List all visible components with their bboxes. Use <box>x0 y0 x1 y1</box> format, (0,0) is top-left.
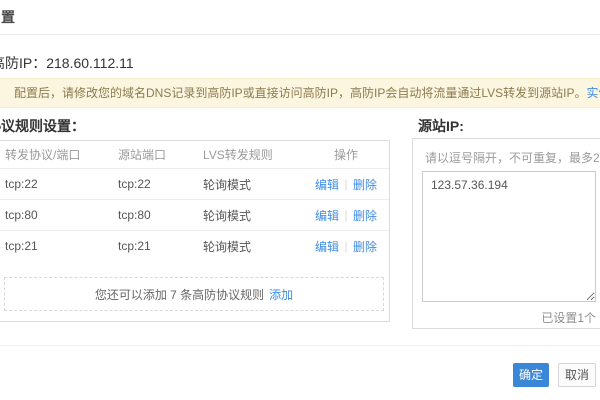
delete-rule-link[interactable]: 删除 <box>353 238 377 255</box>
table-row: tcp:21 tcp:21 轮询模式 编辑 | 删除 <box>0 230 389 261</box>
source-ip-section-label: 源站IP: <box>418 118 464 134</box>
ops-separator: | <box>344 208 348 222</box>
table-header-row: 转发协议/端口 源站端口 LVS转发规则 操作 <box>0 141 389 168</box>
add-rule-box: 您还可以添加 7 条高防协议规则 添加 <box>4 277 384 311</box>
cancel-button[interactable]: 取消 <box>558 363 596 387</box>
cell-forward-protocol: tcp:80 <box>5 208 38 222</box>
footer-divider <box>0 345 600 346</box>
cell-lvs-rule: 轮询模式 <box>203 177 252 192</box>
source-ip-count: 已设置1个 <box>541 311 596 325</box>
example-tutorial-link[interactable]: 实例教程 <box>586 86 600 100</box>
table-row: tcp:80 tcp:80 轮询模式 编辑 | 删除 <box>0 199 389 230</box>
add-rule-hint: 您还可以添加 7 条高防协议规则 <box>94 287 265 302</box>
cell-forward-protocol: tcp:21 <box>5 239 38 253</box>
ops-separator: | <box>344 177 348 191</box>
protocol-rules-table: 转发协议/端口 源站端口 LVS转发规则 操作 tcp:22 tcp:22 轮询… <box>0 140 390 322</box>
cell-lvs-rule: 轮询模式 <box>203 208 252 223</box>
title-divider <box>0 34 600 35</box>
protocol-rules-section-label: 协议规则设置： <box>0 118 85 134</box>
dns-notice-banner: 配置后，请修改您的域名DNS记录到高防IP或直接访问高防IP，高防IP会自动将流… <box>0 78 600 108</box>
cell-forward-protocol: tcp:22 <box>5 177 38 191</box>
ops-separator: | <box>344 239 348 253</box>
cell-source-port: tcp:22 <box>118 177 151 191</box>
cell-lvs-rule: 轮询模式 <box>203 239 252 254</box>
source-ip-textarea[interactable]: 123.57.36.194 <box>422 171 596 302</box>
confirm-button[interactable]: 确定 <box>513 363 549 387</box>
dialog-title: 置 <box>1 9 15 25</box>
add-rule-link[interactable]: 添加 <box>269 286 293 303</box>
table-row: tcp:22 tcp:22 轮询模式 编辑 | 删除 <box>0 168 389 199</box>
edit-rule-link[interactable]: 编辑 <box>315 238 339 255</box>
delete-rule-link[interactable]: 删除 <box>353 207 377 224</box>
header-lvs-rule: LVS转发规则 <box>203 148 273 162</box>
header-operations: 操作 <box>333 148 358 162</box>
header-forward-protocol: 转发协议/端口 <box>5 148 81 162</box>
protected-ip-label: 高防IP：218.60.112.11 <box>0 55 134 71</box>
notice-text: 配置后，请修改您的域名DNS记录到高防IP或直接访问高防IP，高防IP会自动将流… <box>14 86 587 100</box>
source-ip-hint: 请以逗号隔开，不可重复，最多20个。 <box>425 151 600 165</box>
source-ip-panel: 请以逗号隔开，不可重复，最多20个。 123.57.36.194 已设置1个 <box>412 138 600 329</box>
delete-rule-link[interactable]: 删除 <box>353 176 377 193</box>
cell-source-port: tcp:80 <box>118 208 151 222</box>
cell-source-port: tcp:21 <box>118 239 151 253</box>
header-source-port: 源站端口 <box>118 148 167 162</box>
edit-rule-link[interactable]: 编辑 <box>315 207 339 224</box>
edit-rule-link[interactable]: 编辑 <box>315 176 339 193</box>
